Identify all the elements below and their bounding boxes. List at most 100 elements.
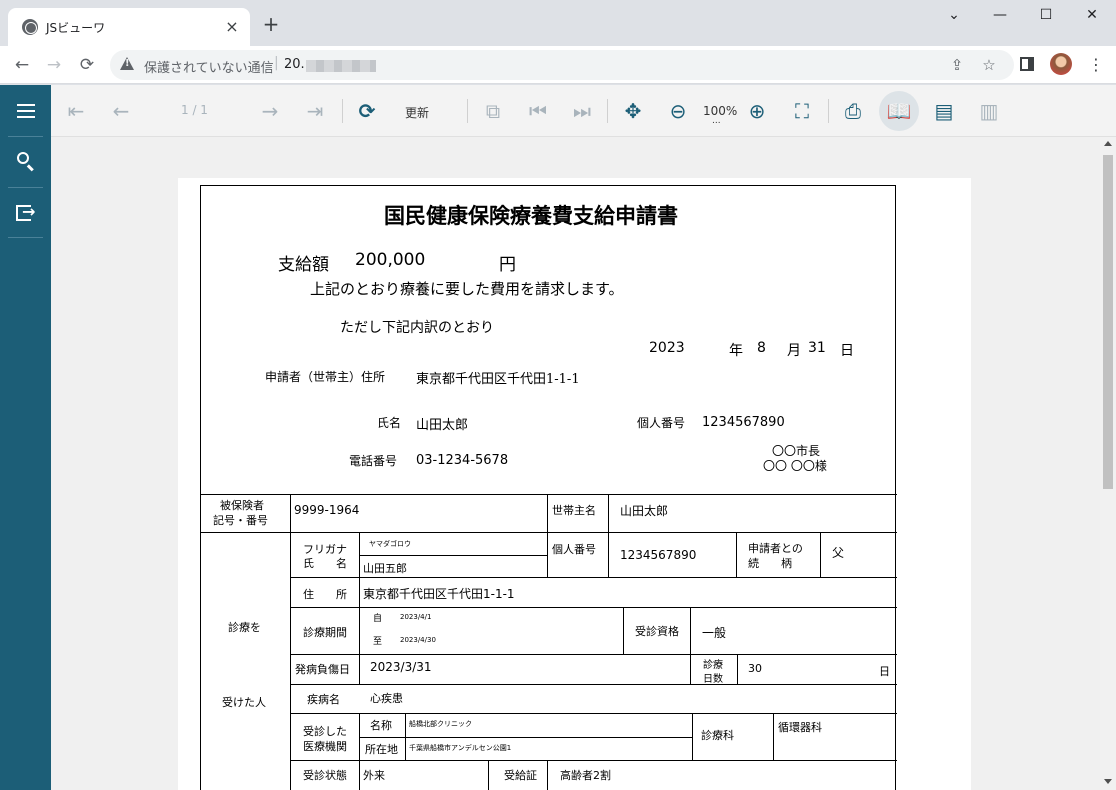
benefit-label: 受給証 — [504, 769, 537, 782]
zoom-in-icon[interactable]: ⊕ — [743, 97, 771, 125]
map-icon[interactable]: ▥ — [975, 97, 1003, 125]
first-page-icon[interactable]: ⇤ — [62, 97, 90, 125]
globe-icon — [22, 19, 38, 35]
avatar[interactable] — [1050, 53, 1072, 75]
toolbar-divider — [828, 99, 829, 123]
householder-label: 世帯主名 — [552, 504, 596, 517]
grid-line — [359, 577, 360, 684]
refresh-button[interactable]: 更新 — [405, 104, 429, 121]
fullscreen-icon[interactable]: ⛶ — [788, 97, 816, 125]
last-page-icon[interactable]: ⇥ — [301, 97, 329, 125]
days-label-1: 診療 — [703, 660, 723, 671]
grid-line — [547, 494, 548, 578]
insured-label-2: 記号・番号 — [213, 514, 268, 527]
grid-line — [608, 532, 609, 577]
new-tab-button[interactable]: + — [260, 14, 282, 36]
date-year: 2023 — [649, 340, 685, 356]
search-icon — [17, 152, 29, 164]
rewind-icon[interactable]: ⏮ — [524, 97, 552, 125]
grid-line — [488, 760, 489, 790]
export-icon — [16, 202, 35, 221]
security-status[interactable]: 保護されていない通信 — [144, 57, 274, 76]
breakdown-text: ただし下記内訳のとおり — [340, 320, 494, 336]
grid-line — [359, 555, 547, 556]
facility-name-value: 船橋北部クリニック — [409, 720, 472, 728]
restore-button[interactable]: ☐ — [1023, 0, 1069, 32]
grid-line — [290, 577, 897, 578]
applicant-phone-value: 03-1234-5678 — [416, 453, 509, 468]
viewer-toolbar: ⇤ ← 1 / 1 → ⇥ ⟳ 更新 ⧉ ⏮ ⏭ ✥ ⊖ 100% ... ⊕ … — [51, 85, 1116, 137]
scrollbar-thumb[interactable] — [1103, 155, 1113, 489]
grid-line — [773, 713, 774, 760]
forward-nav-icon[interactable]: ⏭ — [568, 97, 596, 125]
previous-page-icon[interactable]: ← — [107, 97, 135, 125]
close-window-button[interactable]: ✕ — [1069, 0, 1115, 32]
print-icon[interactable]: ⎙ — [839, 97, 867, 125]
grid-line — [692, 713, 693, 760]
export-button[interactable] — [0, 188, 51, 238]
applicant-name-label: 氏名 — [377, 416, 402, 430]
date-month: 8 — [757, 340, 766, 356]
scroll-up-icon[interactable] — [1104, 141, 1112, 146]
days-unit: 日 — [879, 665, 890, 678]
back-button[interactable]: ← — [10, 53, 34, 77]
report-page: 国民健康保険療養費支給申請書 支給額 200,000 円 上記のとおり療養に要し… — [178, 178, 971, 790]
refresh-icon[interactable]: ⟳ — [353, 97, 381, 125]
date-day: 31 — [808, 340, 826, 356]
chevron-down-icon[interactable]: ⌄ — [931, 0, 977, 32]
facility-label-1: 受診した — [303, 725, 347, 738]
grid-line — [623, 607, 624, 654]
address-bar[interactable]: 保護されていない通信 | 20. ⇪ ☆ — [110, 50, 1014, 80]
next-page-icon[interactable]: → — [256, 97, 284, 125]
department-label: 診療科 — [701, 729, 734, 742]
reload-button[interactable]: ⟳ — [75, 53, 99, 77]
applicant-name-value: 山田太郎 — [416, 418, 469, 433]
pan-icon[interactable]: ✥ — [619, 97, 647, 125]
grid-line — [359, 532, 360, 577]
grid-line — [820, 532, 821, 577]
galley-mode-icon[interactable]: ⧉ — [479, 97, 507, 125]
forward-button[interactable]: → — [42, 53, 66, 77]
patient-mynumber-value: 1234567890 — [620, 548, 697, 562]
omnibox-separator: | — [274, 55, 279, 71]
url-text[interactable]: 20. — [284, 57, 305, 72]
star-icon[interactable]: ☆ — [980, 56, 998, 74]
date-year-unit: 年 — [729, 343, 743, 359]
patient-mynumber-label: 個人番号 — [552, 543, 596, 556]
facility-location-value: 千葉県船橋市アンデルセン公園1 — [409, 744, 512, 752]
facility-name-label: 名称 — [370, 719, 392, 732]
grid-line — [290, 684, 897, 685]
relation-label-2: 続 柄 — [748, 557, 792, 570]
zoom-options-icon[interactable]: ... — [712, 116, 721, 126]
grid-line — [608, 494, 609, 532]
sidebar-divider — [8, 237, 43, 238]
browser-tab[interactable]: JSビューワ × — [8, 8, 250, 46]
warning-icon[interactable] — [120, 57, 134, 70]
applicant-mynumber-value: 1234567890 — [702, 415, 785, 430]
insured-value: 9999-1964 — [294, 503, 360, 517]
patient-label-2: 受けた人 — [222, 696, 266, 709]
scroll-down-icon[interactable] — [1104, 779, 1112, 784]
grid-line — [290, 654, 897, 655]
grid-line — [690, 654, 691, 684]
disease-label: 疾病名 — [307, 693, 340, 706]
side-panel-icon[interactable] — [1020, 57, 1034, 71]
book-icon[interactable]: 📖 — [885, 97, 913, 125]
search-button[interactable] — [0, 137, 51, 187]
document-canvas[interactable]: 国民健康保険療養費支給申請書 支給額 200,000 円 上記のとおり療養に要し… — [51, 137, 1100, 790]
menu-button[interactable] — [0, 85, 51, 135]
grid-line — [201, 494, 897, 495]
zoom-out-icon[interactable]: ⊖ — [664, 97, 692, 125]
vertical-scrollbar[interactable] — [1100, 137, 1116, 790]
share-icon[interactable]: ⇪ — [948, 56, 966, 74]
facility-label-2: 医療機関 — [303, 740, 347, 753]
insured-label-1: 被保険者 — [220, 499, 264, 512]
close-tab-icon[interactable]: × — [222, 17, 242, 37]
kebab-menu-icon[interactable]: ⋮ — [1088, 54, 1104, 76]
minimize-button[interactable]: — — [977, 0, 1023, 32]
amount-value: 200,000 — [355, 250, 426, 270]
onset-label: 発病負傷日 — [295, 663, 350, 676]
continuous-view-icon[interactable]: ▤ — [930, 97, 958, 125]
department-value: 循環器科 — [778, 721, 822, 734]
page-indicator[interactable]: 1 / 1 — [181, 103, 208, 117]
